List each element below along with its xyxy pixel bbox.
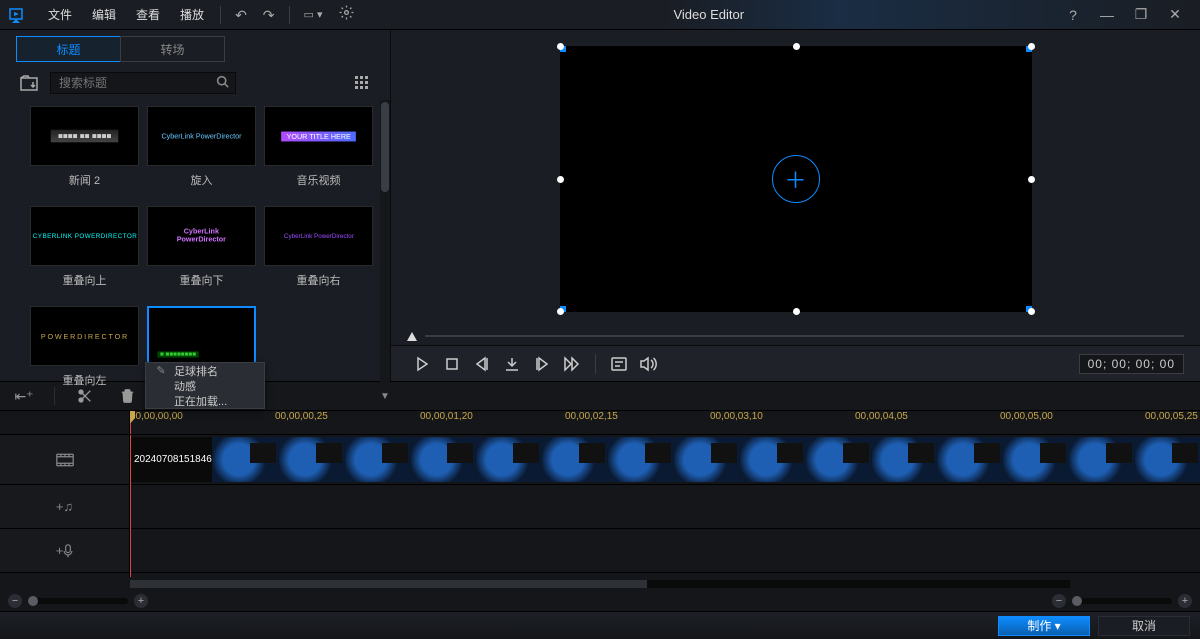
context-menu-item[interactable]: ✎足球排名	[146, 363, 264, 378]
zoom-out-button[interactable]: −	[8, 594, 22, 608]
redo-icon[interactable]: ↷	[255, 0, 283, 30]
aspect-menu[interactable]: ▭ ▾	[296, 0, 331, 30]
volume-button[interactable]	[634, 349, 664, 379]
context-menu-item[interactable]: 正在加载...	[146, 393, 264, 408]
pencil-icon: ✎	[154, 364, 168, 377]
ruler-tick: 00,00,05,00	[1000, 411, 1053, 422]
mark-in-button[interactable]	[497, 349, 527, 379]
resize-handle[interactable]	[557, 176, 564, 183]
title-thumb[interactable]: POWERDIRECTOR重叠向左	[30, 306, 139, 396]
audio-track-head[interactable]: +♫	[0, 485, 129, 529]
video-clip[interactable]: 20240708151846	[130, 437, 1200, 482]
menu-bar: 文件 编辑 查看 播放 ↶ ↷ ▭ ▾	[38, 0, 362, 30]
window-title: Video Editor	[362, 7, 1056, 22]
app-icon	[8, 5, 28, 25]
scrollbar-thumb[interactable]	[381, 102, 389, 192]
prev-frame-button[interactable]	[467, 349, 497, 379]
ruler-tick: 00,00,00,00	[130, 411, 183, 422]
title-thumb[interactable]: YOUR TITLE HERE音乐视频	[264, 106, 373, 196]
preview-seek[interactable]	[391, 327, 1200, 345]
help-button[interactable]: ?	[1056, 0, 1090, 30]
close-button[interactable]: ✕	[1158, 0, 1192, 30]
video-track-head[interactable]	[0, 435, 129, 485]
scroll-down-icon[interactable]: ▼	[380, 390, 390, 402]
voice-track[interactable]	[130, 529, 1200, 573]
right-zoom-slider[interactable]	[1072, 598, 1172, 604]
preview-canvas[interactable]: ＋	[560, 46, 1032, 312]
title-thumb[interactable]: CYBERLINK POWERDIRECTOR重叠向上	[30, 206, 139, 296]
zoom-slider[interactable]	[28, 598, 128, 604]
title-grid: ■■■■ ■■ ■■■■新闻 2 CyberLink PowerDirector…	[0, 100, 380, 402]
search-input[interactable]	[57, 75, 216, 91]
fast-forward-button[interactable]	[557, 349, 587, 379]
timeline-ruler[interactable]: 00,00,00,00 00,00,00,25 00,00,01,20 00,00,0…	[0, 411, 1200, 435]
preview-panel: ＋ 00; 00; 00; 00	[391, 30, 1200, 381]
ruler-tick: 00,00,05,25	[1145, 411, 1198, 422]
timeline-tracks: +♫ + 20240708151846	[0, 435, 1200, 577]
settings-icon[interactable]	[331, 0, 362, 30]
cancel-button[interactable]: 取消	[1098, 616, 1190, 636]
minimize-button[interactable]: —	[1090, 0, 1124, 30]
right-zoom-in-button[interactable]: +	[1178, 594, 1192, 608]
context-menu: ✎足球排名 动感 正在加载...	[145, 362, 265, 409]
timeline-playhead[interactable]	[130, 411, 131, 434]
title-thumb[interactable]: CyberLinkPowerDirector重叠向下	[147, 206, 256, 296]
clip-label: 20240708151846	[130, 437, 212, 482]
import-icon[interactable]	[16, 72, 42, 94]
timeline-playhead-line[interactable]	[130, 435, 131, 577]
audio-track[interactable]	[130, 485, 1200, 529]
preview-canvas-area: ＋	[391, 30, 1200, 327]
resize-handle[interactable]	[557, 308, 564, 315]
title-thumb[interactable]: CyberLink PowerDirector重叠向右	[264, 206, 373, 296]
ruler-tick: 00,00,02,15	[565, 411, 618, 422]
menu-file[interactable]: 文件	[38, 0, 82, 30]
menu-edit[interactable]: 编辑	[82, 0, 126, 30]
playback-controls: 00; 00; 00; 00	[391, 345, 1200, 381]
undo-icon[interactable]: ↶	[227, 0, 255, 30]
video-track[interactable]: 20240708151846	[130, 435, 1200, 485]
produce-button[interactable]: 制作 ▾	[998, 616, 1090, 636]
play-button[interactable]	[407, 349, 437, 379]
resize-handle[interactable]	[793, 308, 800, 315]
stop-button[interactable]	[437, 349, 467, 379]
resize-handle[interactable]	[1028, 43, 1035, 50]
resize-handle[interactable]	[1028, 176, 1035, 183]
ruler-tick: 00,00,01,20	[420, 411, 473, 422]
title-thumb[interactable]: ■■■■ ■■ ■■■■新闻 2	[30, 106, 139, 196]
add-media-button[interactable]: ＋	[772, 155, 820, 203]
seek-playhead-icon[interactable]	[407, 332, 417, 341]
resize-handle[interactable]	[793, 43, 800, 50]
ruler-tick: 00,00,00,25	[275, 411, 328, 422]
timeline-h-scrollbar[interactable]	[0, 577, 1200, 591]
grid-view-icon[interactable]	[350, 72, 374, 94]
resize-handle[interactable]	[1028, 308, 1035, 315]
maximize-button[interactable]: ❐	[1124, 0, 1158, 30]
tab-transitions[interactable]: 转场	[120, 36, 225, 62]
library-panel: 标题 转场 ■■■■ ■■	[0, 30, 391, 381]
zoom-in-button[interactable]: +	[134, 594, 148, 608]
footer: 制作 ▾ 取消	[0, 611, 1200, 639]
menu-view[interactable]: 查看	[126, 0, 170, 30]
tab-titles[interactable]: 标题	[16, 36, 121, 62]
library-tabs: 标题 转场	[16, 36, 390, 62]
search-icon[interactable]	[216, 75, 229, 91]
caption-button[interactable]	[604, 349, 634, 379]
menu-play[interactable]: 播放	[170, 0, 214, 30]
search-box[interactable]	[50, 72, 236, 94]
title-thumb[interactable]: CyberLink PowerDirector旋入	[147, 106, 256, 196]
right-zoom-out-button[interactable]: −	[1052, 594, 1066, 608]
timecode-display[interactable]: 00; 00; 00; 00	[1079, 354, 1184, 374]
next-frame-button[interactable]	[527, 349, 557, 379]
context-menu-item[interactable]: 动感	[146, 378, 264, 393]
resize-handle[interactable]	[557, 43, 564, 50]
voice-track-head[interactable]: +	[0, 529, 129, 573]
ruler-tick: 00,00,03,10	[710, 411, 763, 422]
timeline-zoom-row: − + − +	[0, 591, 1200, 611]
library-scrollbar[interactable]: ▲ ▼	[380, 100, 390, 402]
ruler-tick: 00,00,04,05	[855, 411, 908, 422]
titlebar: 文件 编辑 查看 播放 ↶ ↷ ▭ ▾ Video Editor ? — ❐ ✕	[0, 0, 1200, 30]
